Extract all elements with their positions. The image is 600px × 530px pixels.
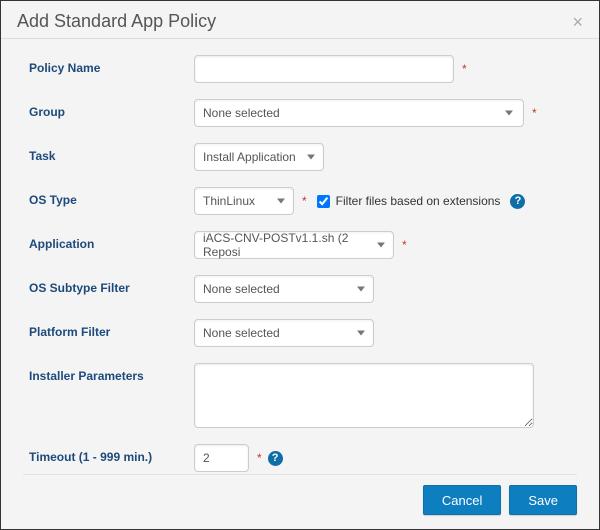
label-os-type: OS Type <box>29 187 194 207</box>
required-indicator: * <box>462 62 467 76</box>
label-os-subtype-filter: OS Subtype Filter <box>29 275 194 295</box>
timeout-input[interactable] <box>194 444 249 472</box>
row-policy-name: Policy Name * <box>29 55 577 83</box>
label-installer-parameters: Installer Parameters <box>29 363 194 383</box>
policy-name-input[interactable] <box>194 55 454 83</box>
required-indicator: * <box>257 451 262 465</box>
row-group: Group None selected * <box>29 99 577 127</box>
row-task: Task Install Application <box>29 143 577 171</box>
label-group: Group <box>29 99 194 119</box>
filter-files-label: Filter files based on extensions <box>336 194 501 208</box>
platform-filter-selected-value: None selected <box>203 326 280 340</box>
os-subtype-filter-selected-value: None selected <box>203 282 280 296</box>
save-button[interactable]: Save <box>509 485 577 515</box>
task-selected-value: Install Application <box>203 150 296 164</box>
task-select[interactable]: Install Application <box>194 143 324 171</box>
help-icon[interactable]: ? <box>510 194 525 209</box>
row-os-subtype-filter: OS Subtype Filter None selected <box>29 275 577 303</box>
required-indicator: * <box>532 106 537 120</box>
installer-parameters-textarea[interactable] <box>194 363 534 428</box>
row-application: Application iACS-CNV-POSTv1.1.sh (2 Repo… <box>29 231 577 259</box>
label-policy-name: Policy Name <box>29 55 194 75</box>
required-indicator: * <box>302 194 307 208</box>
chevron-down-icon <box>277 199 285 204</box>
close-icon[interactable]: × <box>572 13 583 31</box>
modal-body: Policy Name * Group None selected * Task <box>1 39 599 472</box>
label-task: Task <box>29 143 194 163</box>
help-icon[interactable]: ? <box>268 451 283 466</box>
os-type-select[interactable]: ThinLinux <box>194 187 294 215</box>
chevron-down-icon <box>377 243 385 248</box>
modal-footer: Cancel Save <box>1 475 599 529</box>
platform-filter-select[interactable]: None selected <box>194 319 374 347</box>
modal-header: Add Standard App Policy × <box>1 1 599 39</box>
label-application: Application <box>29 231 194 251</box>
os-type-selected-value: ThinLinux <box>203 194 255 208</box>
modal-title: Add Standard App Policy <box>17 11 216 32</box>
application-selected-value: iACS-CNV-POSTv1.1.sh (2 Reposi <box>203 231 369 259</box>
chevron-down-icon <box>505 111 513 116</box>
row-timeout: Timeout (1 - 999 min.) * ? <box>29 444 577 472</box>
label-timeout: Timeout (1 - 999 min.) <box>29 444 194 464</box>
filter-files-checkbox[interactable] <box>317 195 330 208</box>
label-platform-filter: Platform Filter <box>29 319 194 339</box>
cancel-button[interactable]: Cancel <box>423 485 501 515</box>
add-standard-app-policy-modal: Add Standard App Policy × Policy Name * … <box>0 0 600 530</box>
group-selected-value: None selected <box>203 106 280 120</box>
row-installer-parameters: Installer Parameters <box>29 363 577 428</box>
group-select[interactable]: None selected <box>194 99 524 127</box>
chevron-down-icon <box>357 287 365 292</box>
row-os-type: OS Type ThinLinux * Filter files based o… <box>29 187 577 215</box>
application-select[interactable]: iACS-CNV-POSTv1.1.sh (2 Reposi <box>194 231 394 259</box>
chevron-down-icon <box>307 155 315 160</box>
required-indicator: * <box>402 238 407 252</box>
os-subtype-filter-select[interactable]: None selected <box>194 275 374 303</box>
row-platform-filter: Platform Filter None selected <box>29 319 577 347</box>
chevron-down-icon <box>357 331 365 336</box>
